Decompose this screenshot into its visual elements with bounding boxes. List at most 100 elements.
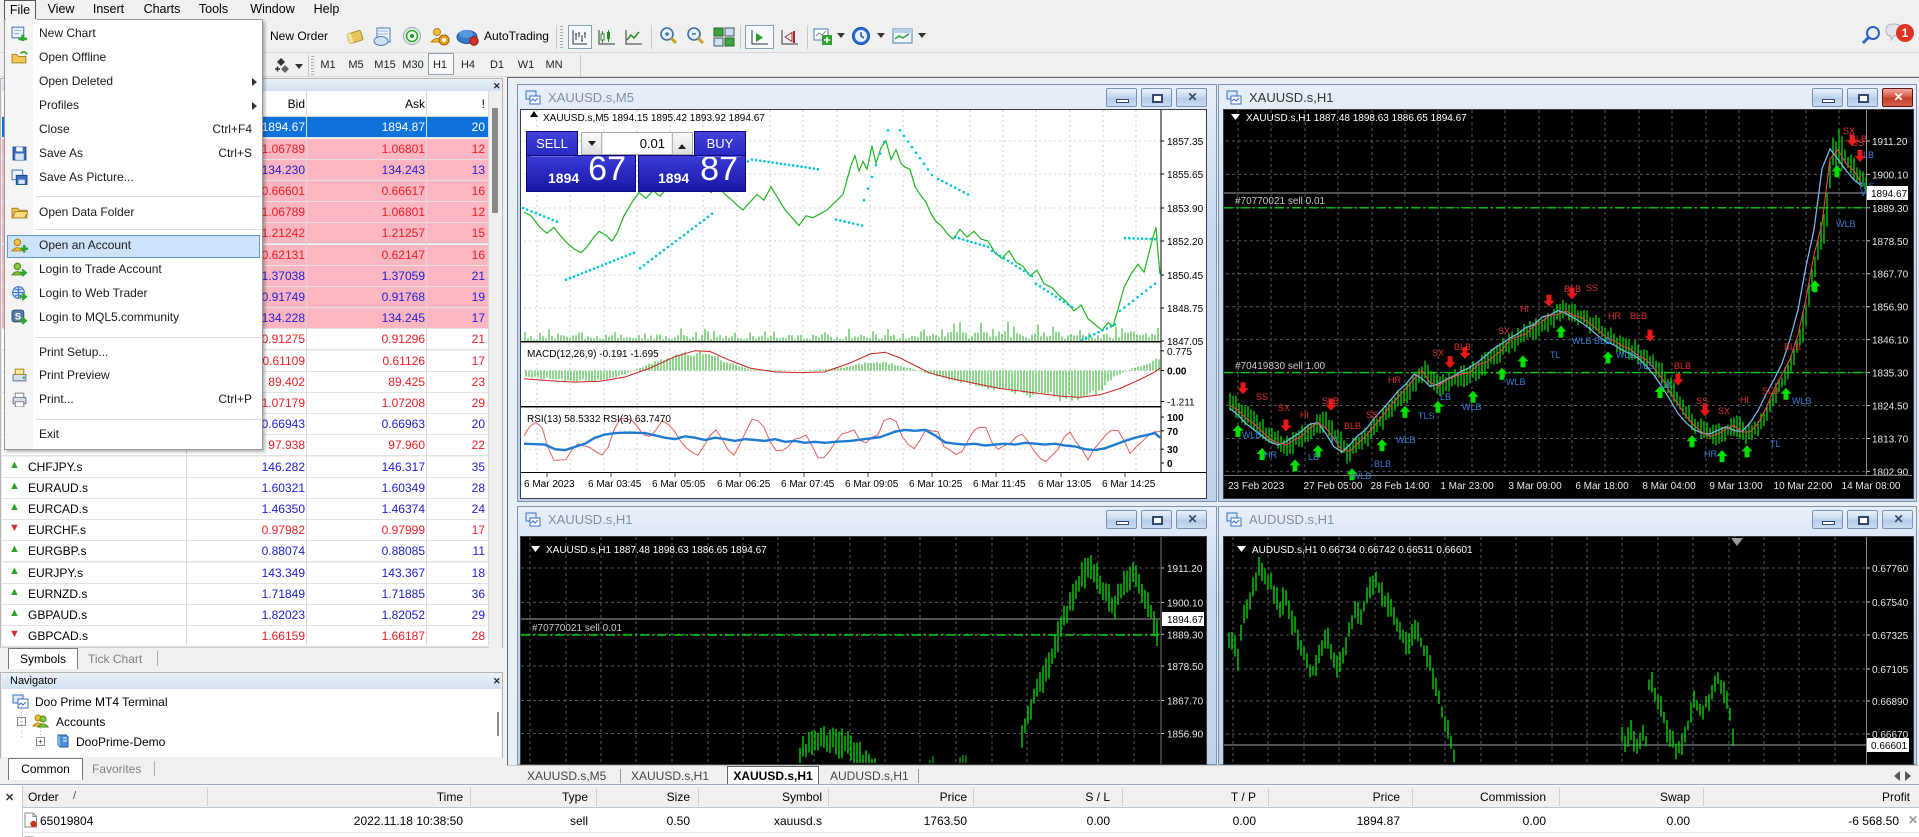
- svg-text:WLB: WLB: [1242, 430, 1262, 440]
- svg-text:1802.90: 1802.90: [1872, 467, 1909, 478]
- svg-text:27 Feb 05:00: 27 Feb 05:00: [1304, 481, 1363, 492]
- svg-text:SS: SS: [1696, 396, 1708, 406]
- svg-text:WLB: WLB: [1396, 435, 1416, 445]
- svg-text:SX: SX: [1718, 406, 1730, 416]
- svg-text:1 Mar 23:00: 1 Mar 23:00: [1440, 481, 1494, 492]
- svg-text:1824.50: 1824.50: [1872, 402, 1909, 413]
- svg-text:WLB: WLB: [1836, 219, 1856, 229]
- svg-text:6 Mar 05:05: 6 Mar 05:05: [652, 479, 706, 490]
- svg-text:1: 1: [1902, 26, 1909, 40]
- svg-text:6 Mar 18:00: 6 Mar 18:00: [1575, 481, 1629, 492]
- svg-text:6 Mar 13:05: 6 Mar 13:05: [1038, 479, 1092, 490]
- svg-text:LB: LB: [1660, 380, 1671, 390]
- svg-text:SX: SX: [1432, 348, 1444, 358]
- svg-text:BLB: BLB: [1594, 336, 1611, 346]
- svg-text:WLB: WLB: [1572, 336, 1592, 346]
- svg-text:23 Feb 2023: 23 Feb 2023: [1228, 481, 1285, 492]
- svg-text:HI: HI: [1520, 304, 1529, 314]
- svg-text:1835.30: 1835.30: [1872, 369, 1909, 380]
- svg-text:1848.75: 1848.75: [1167, 304, 1204, 315]
- svg-text:1911.20: 1911.20: [1872, 137, 1908, 148]
- svg-text:6 Mar 14:25: 6 Mar 14:25: [1102, 479, 1156, 490]
- svg-text:3 Mar 09:00: 3 Mar 09:00: [1508, 481, 1562, 492]
- svg-text:70: 70: [1167, 427, 1179, 438]
- svg-text:1867.70: 1867.70: [1167, 697, 1204, 708]
- svg-text:BLB: BLB: [1630, 311, 1647, 321]
- svg-text:TL: TL: [1330, 435, 1341, 445]
- svg-text:XAUUSD.s,M5 1894.15 1895.42 1: XAUUSD.s,M5 1894.15 1895.42 1893.92 1894…: [543, 113, 765, 124]
- svg-text:1853.90: 1853.90: [1167, 204, 1204, 215]
- svg-text:BLB: BLB: [1564, 284, 1581, 294]
- svg-text:1856.90: 1856.90: [1167, 730, 1204, 741]
- svg-text:SS: SS: [1586, 283, 1598, 293]
- svg-text:BLB: BLB: [1454, 342, 1471, 352]
- svg-text:XAUUSD.s,H1 1887.48 1898.63 1: XAUUSD.s,H1 1887.48 1898.63 1886.65 1894…: [546, 545, 767, 556]
- svg-text:1878.50: 1878.50: [1167, 662, 1204, 673]
- svg-text:SX: SX: [1843, 126, 1855, 136]
- svg-text:#70770021 sell 0.01: #70770021 sell 0.01: [1235, 196, 1326, 207]
- svg-text:8 Mar 04:00: 8 Mar 04:00: [1642, 481, 1696, 492]
- svg-text:28 Feb 14:00: 28 Feb 14:00: [1371, 481, 1430, 492]
- svg-text:1857.35: 1857.35: [1167, 137, 1204, 148]
- svg-text:HR: HR: [1264, 450, 1277, 460]
- svg-text:1852.20: 1852.20: [1167, 237, 1204, 248]
- svg-text:14 Mar 08:00: 14 Mar 08:00: [1842, 481, 1901, 492]
- svg-text:BLB: BLB: [1674, 361, 1691, 371]
- svg-text:MACD(12,26,9) -0.191 -1.695: MACD(12,26,9) -0.191 -1.695: [527, 349, 659, 360]
- svg-text:1889.30: 1889.30: [1167, 630, 1204, 641]
- svg-text:0.67325: 0.67325: [1872, 631, 1909, 642]
- svg-text:0.66601: 0.66601: [1871, 741, 1908, 752]
- svg-text:TL: TL: [1770, 439, 1781, 449]
- svg-text:HR: HR: [1608, 311, 1621, 321]
- svg-text:RSI(13) 58.5332 RSI(3) 63.747: RSI(13) 58.5332 RSI(3) 63.7470: [527, 414, 671, 425]
- svg-text:AUDUSD.s,H1 0.66734 0.66742 0: AUDUSD.s,H1 0.66734 0.66742 0.66511 0.66…: [1252, 545, 1473, 556]
- svg-text:1813.70: 1813.70: [1872, 435, 1909, 446]
- svg-text:1856.90: 1856.90: [1872, 303, 1909, 314]
- svg-text:6 Mar 03:45: 6 Mar 03:45: [588, 479, 642, 490]
- svg-text:1894.67: 1894.67: [1167, 615, 1204, 626]
- svg-text:100: 100: [1167, 413, 1184, 424]
- svg-text:HI: HI: [1300, 410, 1309, 420]
- svg-text:9 Mar 13:00: 9 Mar 13:00: [1709, 481, 1763, 492]
- svg-text:WLB: WLB: [1792, 396, 1812, 406]
- svg-text:TL: TL: [1550, 350, 1561, 360]
- svg-text:1894.67: 1894.67: [1871, 189, 1908, 200]
- svg-text:1855.65: 1855.65: [1167, 170, 1204, 181]
- svg-text:0.67105: 0.67105: [1872, 665, 1909, 676]
- svg-text:BLB: BLB: [1784, 342, 1801, 352]
- svg-text:SS: SS: [1366, 410, 1378, 420]
- svg-text:1846.10: 1846.10: [1872, 336, 1909, 347]
- svg-text:6 Mar 07:45: 6 Mar 07:45: [781, 479, 835, 490]
- svg-text:1889.30: 1889.30: [1872, 204, 1909, 215]
- svg-text:30: 30: [1167, 445, 1179, 456]
- svg-text:-1.211: -1.211: [1167, 398, 1195, 409]
- svg-text:LB: LB: [1440, 392, 1451, 402]
- svg-text:SS: SS: [1256, 392, 1268, 402]
- svg-text:1850.45: 1850.45: [1167, 271, 1204, 282]
- svg-text:1911.20: 1911.20: [1167, 564, 1203, 575]
- svg-text:6 Mar 09:05: 6 Mar 09:05: [845, 479, 899, 490]
- svg-text:10 Mar 22:00: 10 Mar 22:00: [1774, 481, 1833, 492]
- svg-text:SLB: SLB: [1322, 396, 1339, 406]
- svg-text:TLS: TLS: [1638, 361, 1655, 371]
- svg-text:6 Mar 11:45: 6 Mar 11:45: [973, 479, 1026, 490]
- svg-text:BLB: BLB: [1344, 421, 1361, 431]
- svg-text:6 Mar 10:25: 6 Mar 10:25: [909, 479, 963, 490]
- svg-text:SLB: SLB: [1762, 386, 1779, 396]
- svg-text:WLB: WLB: [1506, 377, 1526, 387]
- svg-text:BLB: BLB: [1374, 459, 1391, 469]
- svg-text:0.67540: 0.67540: [1872, 598, 1909, 609]
- svg-text:1878.50: 1878.50: [1872, 237, 1909, 248]
- svg-text:6 Mar 06:25: 6 Mar 06:25: [717, 479, 771, 490]
- svg-text:SX: SX: [1498, 326, 1510, 336]
- svg-text:HR: HR: [1704, 449, 1717, 459]
- svg-text:1900.10: 1900.10: [1167, 598, 1204, 609]
- svg-text:0.00: 0.00: [1167, 367, 1187, 378]
- svg-text:SS: SS: [1852, 138, 1864, 148]
- svg-text:6 Mar 2023: 6 Mar 2023: [524, 479, 575, 490]
- svg-text:0.66890: 0.66890: [1872, 697, 1909, 708]
- svg-text:#70770021 sell 0.01: #70770021 sell 0.01: [532, 623, 623, 634]
- svg-text:1900.10: 1900.10: [1872, 170, 1909, 181]
- svg-text:XAUUSD.s,H1 1887.48 1898.63 1: XAUUSD.s,H1 1887.48 1898.63 1886.65 1894…: [1246, 113, 1467, 124]
- svg-text:WLB: WLB: [1616, 350, 1636, 360]
